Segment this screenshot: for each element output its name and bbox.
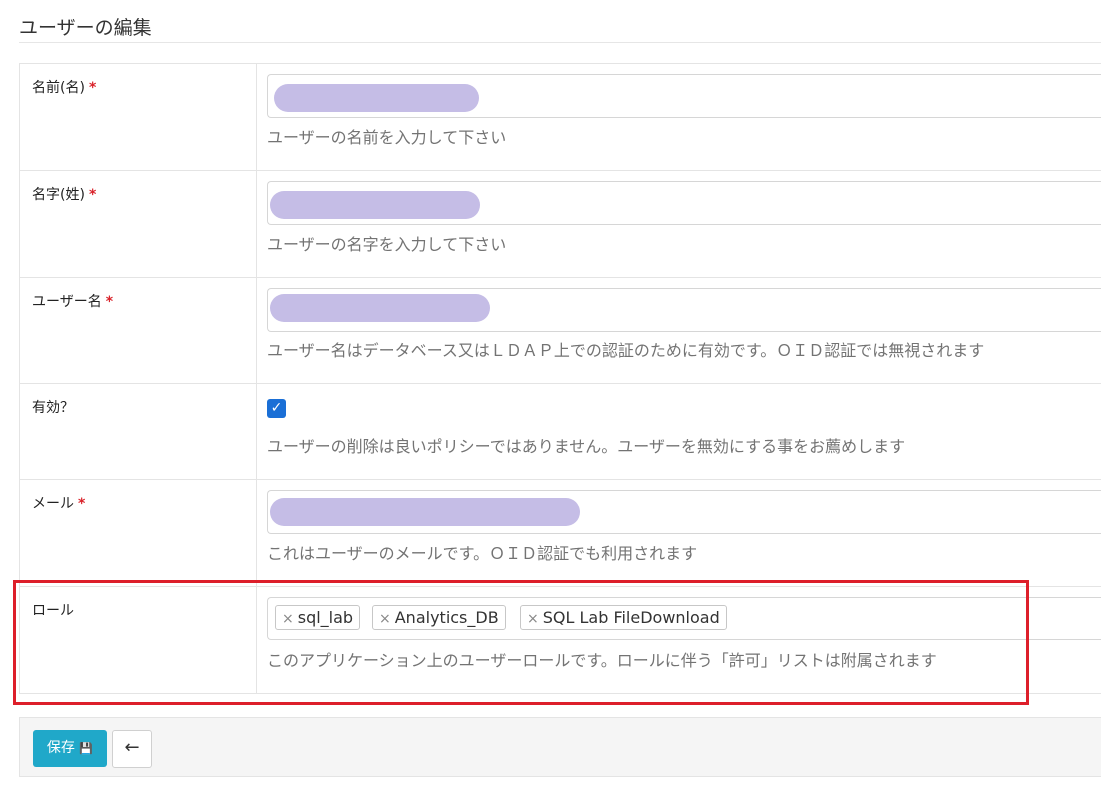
email-label: メール * — [32, 496, 86, 512]
back-button[interactable]: ← — [112, 730, 152, 768]
required-mark: * — [88, 80, 97, 96]
remove-tag-icon[interactable]: × — [282, 611, 294, 627]
active-label: 有効？ — [32, 400, 74, 416]
roles-select[interactable]: × sql_lab × Analytics_DB × SQL Lab FileDown… — [267, 597, 1101, 640]
row-username: ユーザー名 * ユーザー名はデータベース又はＬＤＡＰ上での認証のために有効です。Ｏ… — [19, 277, 1101, 384]
last-name-help: ユーザーの名字を入力して下さい — [267, 235, 507, 254]
remove-tag-icon[interactable]: × — [527, 611, 539, 627]
redacted-value — [270, 191, 480, 219]
last-name-label: 名字(姓) * — [32, 187, 97, 203]
remove-tag-icon[interactable]: × — [379, 611, 391, 627]
row-first-name: 名前(名) * ユーザーの名前を入力して下さい — [19, 63, 1101, 171]
active-help: ユーザーの削除は良いポリシーではありません。ユーザーを無効にする事をお薦めします — [267, 437, 906, 456]
title-divider — [19, 42, 1101, 43]
form-actions: 保存 💾 ← — [19, 717, 1101, 777]
redacted-value — [270, 294, 490, 322]
floppy-disk-icon: 💾 — [79, 742, 94, 755]
redacted-value — [274, 84, 479, 112]
active-checkbox[interactable]: ✓ — [267, 399, 286, 418]
row-last-name: 名字(姓) * ユーザーの名字を入力して下さい — [19, 170, 1101, 278]
email-help: これはユーザーのメールです。ＯＩＤ認証でも利用されます — [267, 544, 698, 563]
first-name-input[interactable] — [267, 74, 1101, 118]
roles-help: このアプリケーション上のユーザーロールです。ロールに伴う「許可」リストは附属され… — [267, 651, 937, 670]
arrow-left-icon: ← — [124, 737, 140, 758]
required-mark: * — [78, 496, 86, 512]
role-tag: × sql_lab — [275, 605, 361, 630]
first-name-label: 名前(名) * — [32, 80, 97, 96]
role-tag: × SQL Lab FileDownload — [520, 605, 727, 630]
last-name-input[interactable] — [267, 181, 1101, 225]
role-tag: × Analytics_DB — [372, 605, 506, 630]
row-roles: ロール × sql_lab × Analytics_DB × SQL Lab File… — [19, 586, 1101, 694]
row-email: メール * これはユーザーのメールです。ＯＩＤ認証でも利用されます — [19, 479, 1101, 587]
first-name-help: ユーザーの名前を入力して下さい — [267, 128, 507, 147]
required-mark: * — [88, 187, 97, 203]
required-mark: * — [105, 294, 114, 310]
user-edit-form: 名前(名) * ユーザーの名前を入力して下さい 名字(姓) * ユーザーの名字を入力… — [19, 63, 1101, 694]
username-input[interactable] — [267, 288, 1101, 332]
row-active: 有効？ ✓ ユーザーの削除は良いポリシーではありません。ユーザーを無効にする事を… — [19, 383, 1101, 480]
page-title: ユーザーの編集 — [19, 17, 152, 39]
roles-label: ロール — [32, 603, 74, 619]
username-help: ユーザー名はデータベース又はＬＤＡＰ上での認証のために有効です。ＯＩＤ認証では無… — [267, 341, 985, 360]
email-input[interactable] — [267, 490, 1101, 534]
save-button[interactable]: 保存 💾 — [33, 730, 107, 767]
username-label: ユーザー名 * — [32, 294, 114, 310]
redacted-value — [270, 498, 580, 526]
